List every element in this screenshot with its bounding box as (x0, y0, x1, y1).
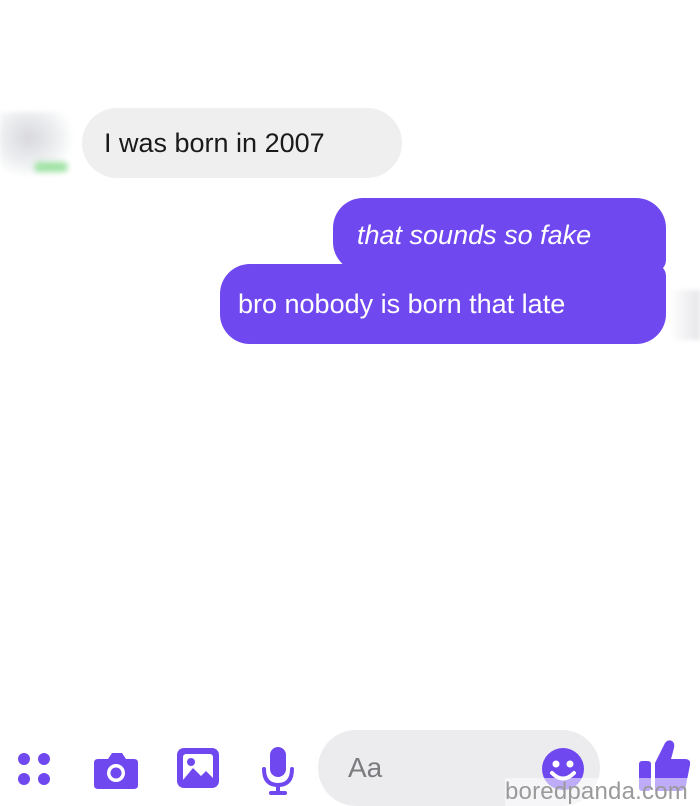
message-text: I was born in 2007 (104, 127, 325, 158)
message-input-placeholder: Aa (348, 752, 383, 783)
active-status-indicator (34, 162, 68, 172)
seen-avatar (670, 290, 700, 340)
message-text: that sounds so fake (357, 219, 592, 250)
chat-thread: I was born in 2007 that sounds so fake b… (0, 0, 700, 350)
camera-icon[interactable] (92, 748, 140, 792)
outgoing-message-bubble[interactable]: that sounds so fake (333, 198, 666, 272)
more-dots-icon[interactable] (14, 748, 54, 790)
message-text: bro nobody is born that late (238, 288, 566, 319)
incoming-message-bubble[interactable]: I was born in 2007 (82, 108, 402, 178)
microphone-icon[interactable] (258, 744, 298, 798)
watermark: boredpanda.com (505, 778, 688, 806)
image-icon[interactable] (175, 746, 221, 790)
message-composer: Aa boredpanda.com (0, 360, 700, 806)
outgoing-message-bubble[interactable]: bro nobody is born that late (220, 264, 666, 344)
